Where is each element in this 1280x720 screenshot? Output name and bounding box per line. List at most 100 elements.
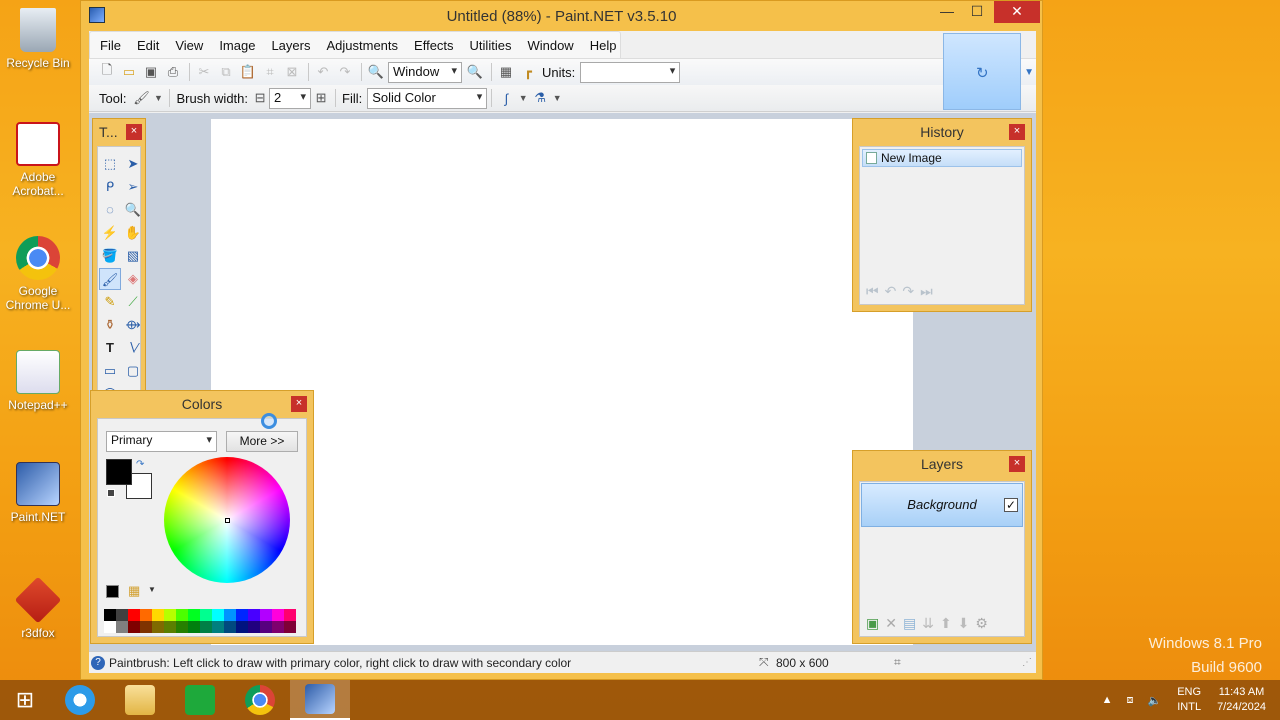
redo-icon[interactable]: ↷: [902, 283, 914, 300]
merge-layer-down-icon[interactable]: ⇊: [922, 615, 934, 632]
chevron-down-icon[interactable]: ▼: [518, 88, 528, 108]
maximize-button[interactable]: ☐: [962, 1, 992, 23]
history-panel-close-button[interactable]: ×: [1009, 124, 1025, 140]
clock[interactable]: 11:43 AM 7/24/2024: [1217, 685, 1266, 715]
desktop-icon-recycle-bin[interactable]: Recycle Bin: [4, 8, 72, 70]
colors-panel-close-button[interactable]: ×: [291, 396, 307, 412]
resize-grip-icon[interactable]: ⋰: [1022, 657, 1032, 668]
menu-view[interactable]: View: [167, 38, 211, 53]
desktop-icon-notepad-plus-plus[interactable]: Notepad++: [4, 350, 72, 412]
taskbar-store[interactable]: [170, 680, 230, 720]
menu-layers[interactable]: Layers: [263, 38, 318, 53]
undo-icon[interactable]: ↶: [313, 62, 333, 82]
language-indicator[interactable]: ENG INTL: [1177, 685, 1201, 715]
crop-icon[interactable]: ⌗: [260, 62, 280, 82]
delete-layer-icon[interactable]: ✕: [885, 615, 897, 632]
new-file-icon[interactable]: 🗋: [97, 62, 117, 82]
lasso-select-icon[interactable]: ᑭ: [99, 176, 121, 198]
desktop-icon-r3dfox[interactable]: r3dfox: [4, 576, 72, 640]
color-wheel[interactable]: [164, 457, 290, 583]
pan-tool-icon[interactable]: ✋: [122, 222, 144, 244]
rectangle-select-icon[interactable]: ⬚: [99, 153, 121, 175]
desktop-icon-google-chrome[interactable]: Google Chrome U...: [4, 236, 72, 312]
paint-bucket-icon[interactable]: 🪣: [99, 245, 121, 267]
magic-wand-icon[interactable]: ⚡: [99, 222, 121, 244]
primary-color-swatch[interactable]: [106, 459, 132, 485]
reset-colors-icon[interactable]: [107, 489, 115, 497]
deselect-icon[interactable]: ⊠: [282, 62, 302, 82]
menu-effects[interactable]: Effects: [406, 38, 462, 53]
pencil-icon[interactable]: ✎: [99, 291, 121, 313]
volume-icon[interactable]: 🔈: [1148, 694, 1162, 707]
cut-icon[interactable]: ✂: [194, 62, 214, 82]
undo-icon[interactable]: ↶: [885, 283, 897, 300]
menu-edit[interactable]: Edit: [129, 38, 167, 53]
color-mode-select[interactable]: Primary: [106, 431, 217, 452]
fast-forward-icon[interactable]: ⏭: [920, 283, 933, 300]
blend-mode-icon[interactable]: ⚗: [530, 88, 550, 108]
zoom-tool-icon[interactable]: 🔍: [122, 199, 144, 221]
rulers-icon[interactable]: ┏: [518, 62, 538, 82]
layers-panel-close-button[interactable]: ×: [1009, 456, 1025, 472]
add-to-palette-icon[interactable]: [106, 585, 119, 598]
fill-select[interactable]: Solid Color: [367, 87, 488, 109]
eraser-icon[interactable]: ◈: [122, 268, 144, 290]
desktop-icon-adobe-acrobat[interactable]: Adobe Acrobat...: [4, 122, 72, 198]
move-layer-down-icon[interactable]: ⬇: [958, 615, 970, 632]
layer-properties-icon[interactable]: ⚙: [975, 615, 988, 632]
menu-utilities[interactable]: Utilities: [462, 38, 520, 53]
add-layer-icon[interactable]: ▣: [866, 615, 879, 632]
network-icon[interactable]: ⧈: [1127, 694, 1134, 707]
clone-stamp-icon[interactable]: ⚱: [99, 314, 121, 336]
color-palette[interactable]: [104, 609, 296, 633]
chevron-down-icon[interactable]: ▼: [552, 88, 562, 108]
more-colors-button[interactable]: More >>: [226, 431, 298, 452]
show-hidden-icons-icon[interactable]: ▲: [1102, 694, 1113, 706]
move-layer-up-icon[interactable]: ⬆: [940, 615, 952, 632]
decrease-width-icon[interactable]: ⊟: [253, 88, 267, 108]
brush-width-select[interactable]: 2: [269, 87, 312, 109]
paintbrush-icon[interactable]: 🖌: [99, 268, 121, 290]
collapse-chevron-icon[interactable]: ▼: [1024, 67, 1034, 78]
redo-icon[interactable]: ↷: [335, 62, 355, 82]
minimize-button[interactable]: —: [932, 1, 962, 23]
chevron-down-icon[interactable]: ▼: [148, 585, 156, 594]
swap-colors-icon[interactable]: ↷: [136, 459, 144, 470]
paste-icon[interactable]: 📋: [238, 62, 258, 82]
history-item[interactable]: New Image: [862, 149, 1022, 167]
menu-file[interactable]: File: [92, 38, 129, 53]
zoom-select[interactable]: Window: [388, 61, 462, 83]
menu-image[interactable]: Image: [211, 38, 263, 53]
taskbar-paint-net[interactable]: [290, 680, 350, 720]
close-button[interactable]: ✕: [994, 1, 1040, 23]
desktop-icon-paint-net[interactable]: Paint.NET: [4, 462, 72, 524]
zoom-in-icon[interactable]: 🔍: [465, 62, 485, 82]
image-canvas[interactable]: [211, 119, 913, 645]
paintbrush-tool-icon[interactable]: 🖌: [131, 88, 151, 108]
layer-visibility-checkbox[interactable]: ✓: [1004, 498, 1018, 512]
menu-window[interactable]: Window: [519, 38, 581, 53]
antialiasing-icon[interactable]: ∫: [496, 88, 516, 108]
image-thumbnail[interactable]: ↻: [943, 33, 1021, 110]
title-bar[interactable]: Untitled (88%) - Paint.NET v3.5.10 — ☐ ✕: [81, 1, 1042, 31]
line-curve-icon[interactable]: ∖∕: [122, 337, 144, 359]
zoom-out-icon[interactable]: 🔍: [366, 62, 386, 82]
taskbar-internet-explorer[interactable]: [50, 680, 110, 720]
tools-panel-close-button[interactable]: ×: [126, 124, 142, 140]
copy-icon[interactable]: ⧉: [216, 62, 236, 82]
duplicate-layer-icon[interactable]: ▤: [903, 615, 916, 632]
rectangle-icon[interactable]: ▭: [99, 360, 121, 382]
color-picker-icon[interactable]: ⟋: [122, 291, 144, 313]
color-wheel-selector[interactable]: [225, 518, 230, 523]
open-folder-icon[interactable]: ▭: [119, 62, 139, 82]
move-selected-icon[interactable]: ➢: [122, 176, 144, 198]
text-tool-icon[interactable]: T: [99, 337, 121, 359]
menu-help[interactable]: Help: [582, 38, 625, 53]
grid-icon[interactable]: ▦: [496, 62, 516, 82]
rewind-icon[interactable]: ⏮: [866, 283, 879, 300]
start-button[interactable]: ⊞: [0, 680, 50, 720]
taskbar-file-explorer[interactable]: [110, 680, 170, 720]
layer-item[interactable]: Background ✓: [861, 483, 1023, 527]
menu-adjustments[interactable]: Adjustments: [318, 38, 406, 53]
increase-width-icon[interactable]: ⊞: [313, 88, 329, 108]
